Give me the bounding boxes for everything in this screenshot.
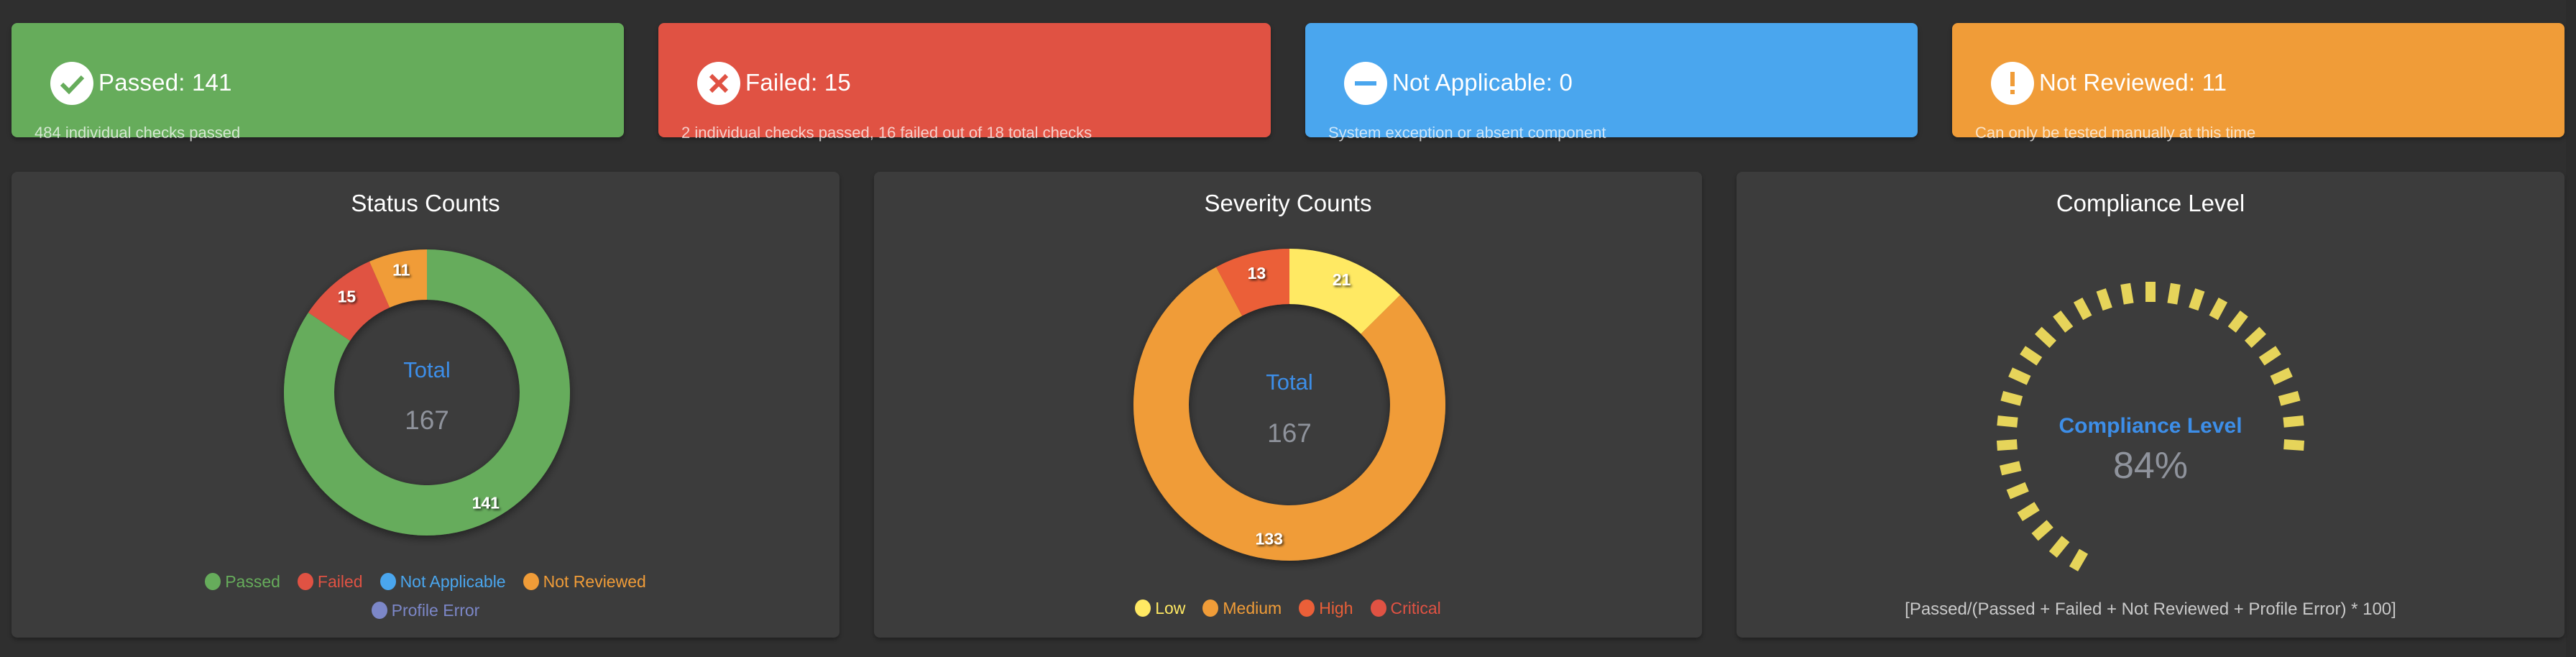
gauge-tick <box>2283 415 2304 428</box>
legend-dot-icon <box>1370 599 1386 617</box>
legend-item-not-reviewed[interactable]: Not Reviewed <box>523 569 646 594</box>
legend-label: Passed <box>225 572 280 591</box>
legend-item-high[interactable]: High <box>1299 595 1353 621</box>
passed-title: Passed: 141 <box>98 69 232 96</box>
compliance-center-label: Compliance Level <box>2058 414 2242 438</box>
compliance-formula: [Passed/(Passed + Failed + Not Reviewed … <box>1905 599 2396 619</box>
gauge-tick <box>2000 390 2023 406</box>
status-donut-slices <box>284 249 570 536</box>
gauge-tick <box>2073 297 2092 321</box>
legend-dot-icon <box>523 573 539 590</box>
not-applicable-subtitle: System exception or absent component <box>1328 124 1606 142</box>
gauge-tick <box>2008 367 2031 385</box>
status-center-label: Total <box>403 357 450 382</box>
compliance-level-panel: Compliance Level Compliance Level 84% [P… <box>1736 172 2564 638</box>
legend-label: Not Applicable <box>400 572 506 591</box>
passed-subtitle: 484 individual checks passed <box>34 124 241 142</box>
slice-label-medium: 133 <box>1256 529 1283 548</box>
severity-center-value: 167 <box>1267 418 1312 448</box>
passed-card[interactable]: Passed: 141 484 individual checks passed <box>12 23 624 142</box>
slice-label-not-reviewed: 11 <box>392 261 410 280</box>
gauge-tick <box>2053 310 2074 333</box>
gauge-tick <box>1997 415 2018 428</box>
gauge-tick <box>2209 297 2228 321</box>
gauge-tick <box>2096 288 2112 311</box>
legend-item-low[interactable]: Low <box>1135 595 1185 621</box>
failed-title: Failed: 15 <box>745 69 851 96</box>
gauge-tick <box>2278 390 2301 406</box>
status-center-value: 167 <box>405 405 449 435</box>
gauge-tick <box>2167 282 2181 305</box>
legend-dot-icon <box>1299 599 1315 617</box>
slice-label-failed: 15 <box>338 287 356 305</box>
legend-dot-icon <box>1202 599 1219 617</box>
severity-donut-chart: 21 133 13 Total 167 <box>1133 249 1445 561</box>
not-reviewed-subtitle: Can only be tested manually at this time <box>1975 124 2256 142</box>
gauge-tick <box>2006 482 2029 500</box>
legend-label: Failed <box>317 572 363 591</box>
legend-dot-icon <box>371 602 387 619</box>
gauge-tick <box>2270 367 2293 385</box>
status-legend: Passed Failed Not Applicable Not Reviewed Pr… <box>191 569 660 626</box>
gauge-tick <box>2048 536 2070 558</box>
legend-label: Profile Error <box>391 601 480 620</box>
failed-subtitle: 2 individual checks passed, 16 failed ou… <box>681 124 1092 142</box>
severity-counts-panel: Severity Counts 21 133 13 Total 167 Low Med… <box>874 172 1702 638</box>
failed-card[interactable]: Failed: 15 2 individual checks passed, 1… <box>658 23 1271 142</box>
legend-item-not-applicable[interactable]: Not Applicable <box>380 569 506 594</box>
gauge-tick <box>2120 282 2134 305</box>
not-applicable-title: Not Applicable: 0 <box>1392 69 1573 96</box>
gauge-tick <box>2244 326 2266 348</box>
gauge-tick <box>2000 461 2022 476</box>
gauge-tick <box>2283 439 2304 451</box>
severity-donut-slices <box>1133 249 1445 561</box>
not-reviewed-card[interactable]: Not Reviewed: 11 Can only be tested manu… <box>1952 23 2564 142</box>
not-reviewed-title: Not Reviewed: 11 <box>2039 69 2227 96</box>
compliance-center-value: 84% <box>2113 445 2188 487</box>
x-circle-icon <box>697 62 740 105</box>
not-applicable-card[interactable]: Not Applicable: 0 System exception or ab… <box>1305 23 1918 142</box>
severity-center-label: Total <box>1266 369 1312 395</box>
gauge-tick <box>2031 520 2053 541</box>
legend-label: Not Reviewed <box>543 572 646 591</box>
slice-medium[interactable] <box>1133 267 1445 561</box>
legend-label: Critical <box>1390 599 1441 617</box>
legend-dot-icon <box>380 573 396 590</box>
legend-item-profile-error[interactable]: Profile Error <box>371 597 480 623</box>
compliance-gauge: Compliance Level 84% <box>1997 282 2304 571</box>
exclamation-circle-icon <box>1991 62 2034 105</box>
legend-item-failed[interactable]: Failed <box>297 569 363 594</box>
severity-legend: Low Medium High Critical <box>874 595 1702 624</box>
minus-circle-icon <box>1344 62 1387 105</box>
legend-item-medium[interactable]: Medium <box>1202 595 1282 621</box>
check-circle-icon <box>50 62 93 105</box>
slice-label-high: 13 <box>1248 264 1266 282</box>
legend-dot-icon <box>297 573 313 590</box>
page-scrollbar-track[interactable] <box>2566 0 2576 657</box>
slice-label-passed: 141 <box>472 494 500 513</box>
gauge-tick <box>2035 326 2057 348</box>
gauge-tick <box>2069 548 2089 571</box>
slice-label-low: 21 <box>1333 270 1351 289</box>
gauge-tick <box>2258 346 2281 366</box>
legend-dot-icon <box>1135 599 1151 617</box>
legend-label: Low <box>1155 599 1186 617</box>
gauge-tick <box>2020 346 2043 366</box>
status-donut-chart: 141 15 11 Total 167 <box>284 249 570 536</box>
gauge-tick <box>2189 288 2205 311</box>
status-counts-panel: Status Counts 141 15 11 Total 167 Passed Fa… <box>12 172 840 638</box>
gauge-tick <box>2017 502 2040 521</box>
legend-label: Medium <box>1223 599 1282 617</box>
legend-item-passed[interactable]: Passed <box>205 569 280 594</box>
gauge-tick <box>2227 310 2248 333</box>
legend-label: High <box>1319 599 1353 617</box>
gauge-tick <box>1997 439 2018 451</box>
legend-dot-icon <box>205 573 221 590</box>
legend-item-critical[interactable]: Critical <box>1370 595 1441 621</box>
